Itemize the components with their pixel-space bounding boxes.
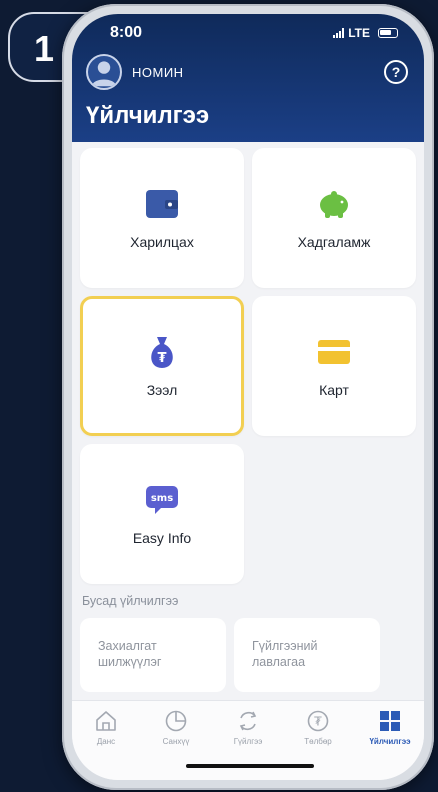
battery-icon xyxy=(378,28,398,38)
service-label: Зээл xyxy=(146,382,178,398)
bottom-tab-bar: Данс Санхүү Гүйлгээ ₮ Төлбөр Үйлчилгээ xyxy=(72,700,424,780)
home-indicator[interactable] xyxy=(186,764,314,768)
tab-services[interactable]: Үйлчилгээ xyxy=(360,709,420,746)
wallet-icon xyxy=(144,186,180,222)
service-label: Карт xyxy=(319,382,349,398)
other-services-title: Бусад үйлчилгээ xyxy=(82,594,179,608)
tab-label: Данс xyxy=(96,737,116,746)
status-indicators: LTE xyxy=(333,26,398,40)
payment-icon: ₮ xyxy=(307,710,329,732)
home-icon xyxy=(96,711,116,731)
money-bag-icon: ₮ xyxy=(144,334,180,370)
grid-icon xyxy=(380,711,400,731)
service-card-current-account[interactable]: Харилцах xyxy=(80,148,244,288)
avatar[interactable] xyxy=(86,54,122,90)
sms-icon: sms xyxy=(144,482,180,518)
help-icon[interactable]: ? xyxy=(384,60,408,84)
chart-icon xyxy=(165,710,187,732)
network-label: LTE xyxy=(348,26,370,40)
tab-label: Гүйлгээ xyxy=(233,737,263,746)
service-label: Харилцах xyxy=(130,234,194,250)
phone-screen: 8:00 LTE НОМИН ? Үйлчилгээ Харилцах Хадг… xyxy=(72,14,424,780)
tab-payments[interactable]: ₮ Төлбөр xyxy=(288,709,348,746)
tab-transactions[interactable]: Гүйлгээ xyxy=(218,709,278,746)
transfer-icon xyxy=(239,711,257,731)
service-card-savings[interactable]: Хадгаламж xyxy=(252,148,416,288)
tab-label: Төлбөр xyxy=(304,737,332,746)
service-card-loan[interactable]: ₮ Зээл xyxy=(80,296,244,436)
app-header: 8:00 LTE НОМИН ? Үйлчилгээ xyxy=(72,14,424,142)
page-title: Үйлчилгээ xyxy=(86,102,210,129)
piggy-bank-icon xyxy=(316,186,352,222)
user-name[interactable]: НОМИН xyxy=(132,65,184,80)
tab-finance[interactable]: Санхүү xyxy=(146,709,206,746)
help-glyph: ? xyxy=(391,64,401,80)
user-icon xyxy=(91,61,117,87)
tab-label: Үйлчилгээ xyxy=(369,737,411,746)
card-icon xyxy=(316,334,352,370)
service-card-card[interactable]: Карт xyxy=(252,296,416,436)
svg-text:sms: sms xyxy=(151,493,173,504)
step-number: 1 xyxy=(34,28,55,69)
svg-text:₮: ₮ xyxy=(157,351,166,366)
service-card-easy-info[interactable]: sms Easy Info xyxy=(80,444,244,584)
service-label: Хадгаламж xyxy=(297,234,371,250)
status-time: 8:00 xyxy=(110,24,143,41)
svg-text:₮: ₮ xyxy=(314,715,322,729)
other-service-statement[interactable]: Гүйлгээний лавлагаа xyxy=(234,618,380,692)
signal-icon xyxy=(333,28,345,38)
service-label: Easy Info xyxy=(132,530,192,546)
tab-label: Санхүү xyxy=(162,737,190,746)
other-service-standing-order[interactable]: Захиалгат шилжүүлэг xyxy=(80,618,226,692)
tab-accounts[interactable]: Данс xyxy=(76,709,136,746)
